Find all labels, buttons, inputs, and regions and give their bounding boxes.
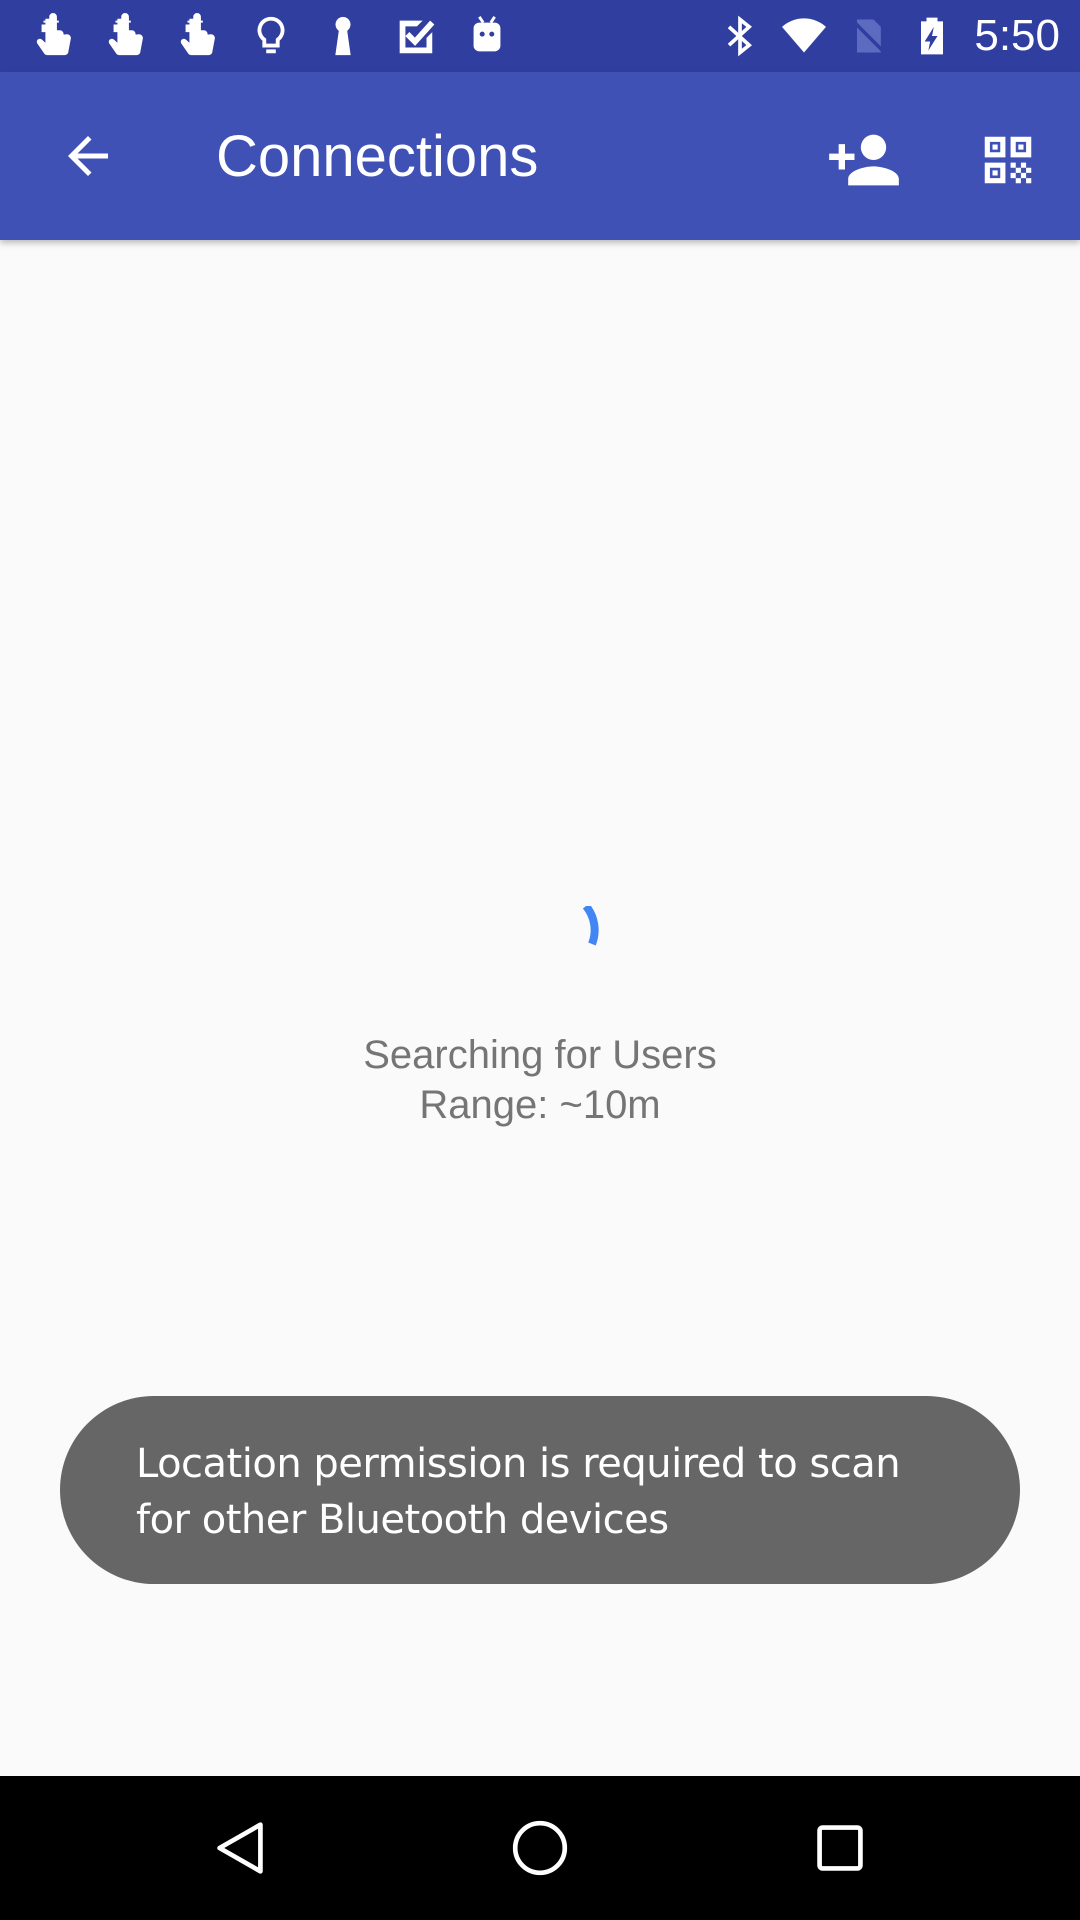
nav-home-button[interactable] [490,1798,590,1898]
status-bar: 5:50 [0,0,1080,72]
checkbox-icon [399,20,435,54]
system-icons: 5:50 [718,12,1060,60]
home-circle-icon [512,1820,568,1876]
add-user-icon [829,134,899,186]
bluetooth-icon [728,15,753,57]
lightbulb-icon [257,16,285,54]
recents-square-icon [817,1825,863,1871]
app-bar: Connections [0,72,1080,240]
back-button[interactable] [40,108,136,204]
back-triangle-icon [217,1822,263,1874]
search-status-line: Searching for Users [363,1033,717,1077]
touch-hand-icon [180,13,215,56]
qr-code-icon [984,136,1032,184]
toast-line-2: for other Bluetooth devices [136,1497,669,1543]
nav-back-button[interactable] [190,1798,290,1898]
add-user-button[interactable] [816,112,912,208]
touch-hand-icon [108,13,143,56]
toast-message: Location permission is required to scan … [60,1396,1020,1584]
android-icon [473,16,501,52]
battery-charging-icon [921,17,944,55]
no-sim-icon [850,18,887,54]
range-label: Range: ~10m [419,1083,661,1127]
qr-code-button[interactable] [960,112,1056,208]
touch-hand-icon [36,13,71,56]
arrow-back-icon [68,136,108,176]
keyhole-icon [335,16,351,56]
nav-recents-button[interactable] [790,1798,890,1898]
notification-icons [32,12,510,60]
page-title: Connections [216,124,539,189]
search-status: Searching for Users Range: ~10m [0,1030,1080,1130]
toast-line-1: Location permission is required to scan [136,1441,901,1487]
status-clock: 5:50 [974,11,1060,60]
wifi-icon [782,18,827,53]
loading-spinner [582,906,599,946]
navigation-bar [0,1776,1080,1920]
